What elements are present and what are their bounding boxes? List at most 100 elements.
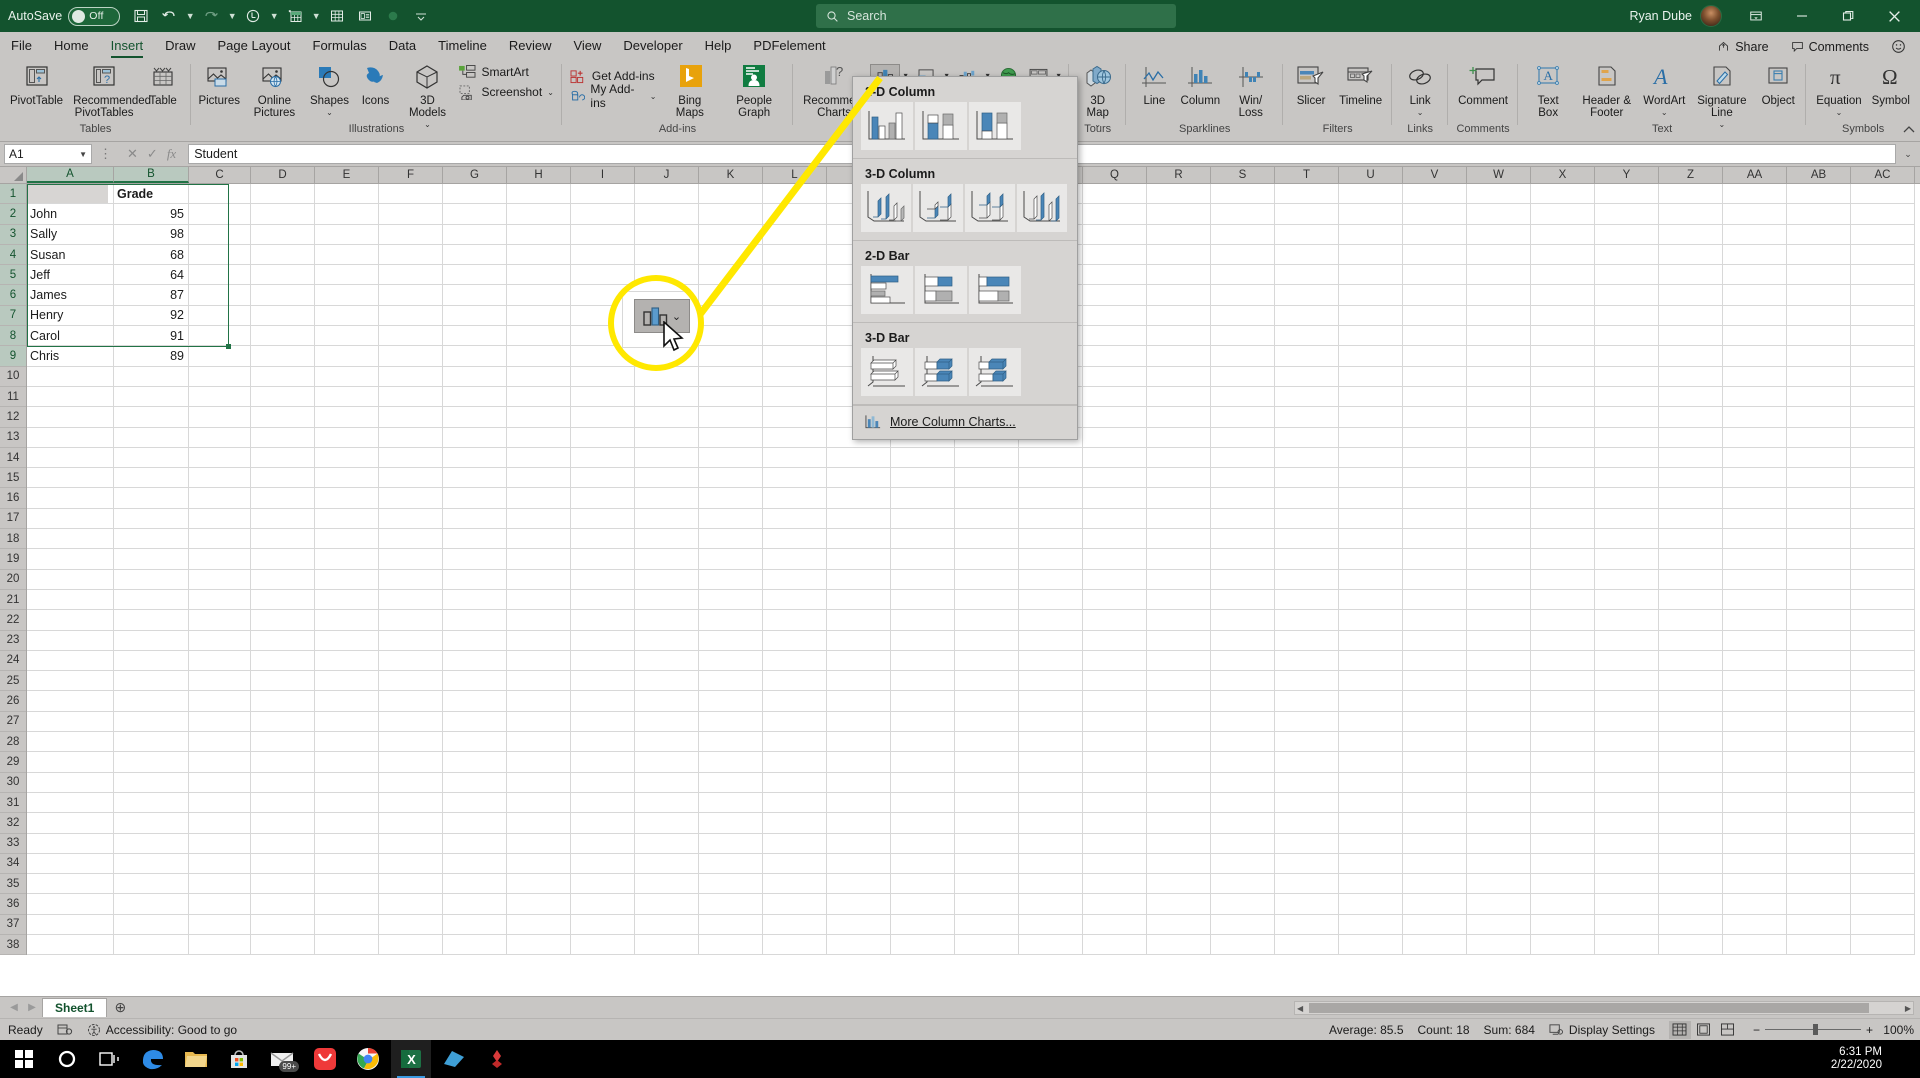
cell-empty[interactable] [1531, 244, 1595, 266]
normal-view-button[interactable] [1668, 1020, 1691, 1039]
cell-empty[interactable] [1147, 914, 1211, 935]
cell-empty[interactable] [443, 711, 507, 733]
cell-empty[interactable] [27, 386, 114, 408]
cell-empty[interactable] [443, 285, 507, 306]
cell-empty[interactable] [1147, 934, 1211, 956]
cell-empty[interactable] [1019, 691, 1083, 712]
cell-empty[interactable] [251, 732, 315, 753]
cell-empty[interactable] [1403, 508, 1467, 530]
avatar[interactable] [1700, 5, 1722, 27]
row-header-4[interactable]: 4 [0, 244, 26, 266]
cell-empty[interactable] [1083, 244, 1147, 266]
cell-empty[interactable] [1211, 549, 1275, 570]
cell-empty[interactable] [251, 610, 315, 631]
cell-empty[interactable] [315, 346, 379, 367]
cell-empty[interactable] [189, 569, 251, 590]
cell-empty[interactable] [1275, 204, 1339, 225]
cell-empty[interactable] [1531, 184, 1595, 205]
cell-empty[interactable] [1787, 752, 1851, 773]
cell-empty[interactable] [507, 833, 571, 854]
cell-empty[interactable] [1211, 772, 1275, 793]
cell-empty[interactable] [507, 366, 571, 387]
column-header-u[interactable]: U [1339, 167, 1403, 183]
cell-empty[interactable] [27, 934, 114, 956]
row-header-16[interactable]: 16 [0, 488, 26, 509]
cell-empty[interactable] [1211, 934, 1275, 956]
cell-empty[interactable] [1787, 285, 1851, 306]
cell-empty[interactable] [1723, 813, 1787, 834]
cell-empty[interactable] [763, 265, 827, 286]
cell-empty[interactable] [507, 894, 571, 915]
cell-empty[interactable] [1659, 792, 1723, 814]
cell-empty[interactable] [1595, 529, 1659, 550]
cell-empty[interactable] [1851, 630, 1915, 651]
cell-empty[interactable] [1595, 508, 1659, 530]
cell-empty[interactable] [1467, 366, 1531, 387]
cell-empty[interactable] [1083, 813, 1147, 834]
cell-empty[interactable] [1083, 732, 1147, 753]
cell-empty[interactable] [1723, 934, 1787, 956]
cell-empty[interactable] [315, 610, 379, 631]
cell-empty[interactable] [443, 488, 507, 509]
cell-empty[interactable] [955, 529, 1019, 550]
cell-empty[interactable] [1147, 691, 1211, 712]
cell-empty[interactable] [507, 407, 571, 428]
cell-empty[interactable] [1147, 853, 1211, 875]
file-explorer-icon[interactable] [176, 1040, 216, 1078]
equation-dropdown-icon[interactable]: ⌄ [1836, 107, 1843, 119]
cell-empty[interactable] [763, 447, 827, 469]
cell-empty[interactable] [315, 244, 379, 266]
cell-empty[interactable] [1531, 772, 1595, 793]
cell-empty[interactable] [1019, 874, 1083, 895]
cell-empty[interactable] [1339, 610, 1403, 631]
cell-empty[interactable] [251, 650, 315, 672]
column-header-z[interactable]: Z [1659, 167, 1723, 183]
cell-empty[interactable] [763, 934, 827, 956]
cell-empty[interactable] [251, 244, 315, 266]
cell-empty[interactable] [1659, 691, 1723, 712]
row-header-21[interactable]: 21 [0, 590, 26, 611]
cell-empty[interactable] [1211, 894, 1275, 915]
cell-empty[interactable] [1211, 407, 1275, 428]
cell-empty[interactable] [1531, 204, 1595, 225]
cell-empty[interactable] [507, 549, 571, 570]
cell-empty[interactable] [571, 529, 635, 550]
cell-empty[interactable] [315, 772, 379, 793]
cell-empty[interactable] [114, 650, 189, 672]
form-icon[interactable] [352, 3, 378, 29]
table-icon[interactable] [324, 3, 350, 29]
row-header-20[interactable]: 20 [0, 570, 26, 590]
cell-empty[interactable] [1851, 366, 1915, 387]
cell-empty[interactable] [379, 204, 443, 225]
cell-empty[interactable] [1659, 184, 1723, 205]
cell-empty[interactable] [1275, 244, 1339, 266]
cell-empty[interactable] [955, 468, 1019, 489]
cell-empty[interactable] [763, 711, 827, 733]
cell-empty[interactable] [699, 772, 763, 793]
cell-empty[interactable] [443, 468, 507, 489]
row-header-24[interactable]: 24 [0, 651, 26, 672]
cell-empty[interactable] [189, 711, 251, 733]
cell-empty[interactable] [379, 711, 443, 733]
cell-empty[interactable] [507, 427, 571, 448]
cell-empty[interactable] [1211, 386, 1275, 408]
cell-empty[interactable] [763, 204, 827, 225]
cell-empty[interactable] [189, 529, 251, 550]
cell-empty[interactable] [1595, 326, 1659, 347]
cell-empty[interactable] [189, 914, 251, 935]
cell-empty[interactable] [1595, 792, 1659, 814]
cell-empty[interactable] [1019, 630, 1083, 651]
cell-empty[interactable] [955, 610, 1019, 631]
cell-empty[interactable] [315, 468, 379, 489]
cell-empty[interactable] [827, 792, 891, 814]
cell-empty[interactable] [1595, 407, 1659, 428]
cell-empty[interactable] [1403, 630, 1467, 651]
cell-empty[interactable] [1019, 833, 1083, 854]
cell-empty[interactable] [955, 813, 1019, 834]
record-macro-icon[interactable] [380, 3, 406, 29]
column-header-ac[interactable]: AC [1851, 167, 1915, 183]
cell-empty[interactable] [1275, 427, 1339, 448]
show-desktop-button[interactable] [1904, 1040, 1916, 1078]
cell-empty[interactable] [699, 468, 763, 489]
cell-empty[interactable] [1467, 813, 1531, 834]
